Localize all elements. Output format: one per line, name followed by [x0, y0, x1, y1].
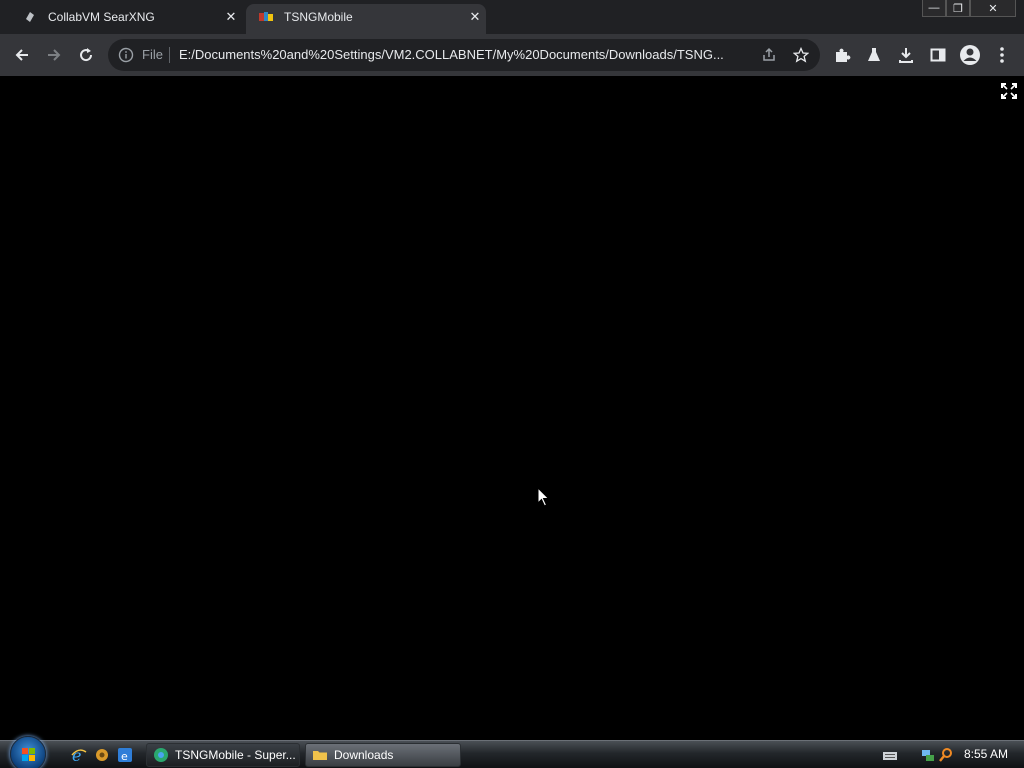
svg-text:e: e — [121, 750, 128, 763]
fullscreen-icon[interactable] — [1000, 82, 1018, 100]
network-icon[interactable] — [920, 747, 936, 763]
start-orb-icon[interactable] — [10, 736, 46, 768]
tab-collabvm-searxng[interactable]: CollabVM SearXNG ✕ — [16, 0, 244, 34]
url-text[interactable]: E:/Documents%20and%20Settings/VM2.COLLAB… — [179, 47, 759, 62]
labs-flask-icon[interactable] — [860, 41, 888, 69]
address-bar[interactable]: File E:/Documents%20and%20Settings/VM2.C… — [108, 39, 820, 71]
site-info-icon[interactable] — [118, 47, 134, 63]
omnibox-divider — [169, 47, 170, 63]
window-close-icon[interactable]: ✕ — [970, 0, 1016, 17]
back-arrow-icon[interactable] — [8, 41, 36, 69]
profile-avatar-icon[interactable] — [956, 41, 984, 69]
menu-kebab-icon[interactable] — [988, 41, 1016, 69]
tab-close-icon[interactable]: ✕ — [222, 8, 240, 26]
svg-text:e: e — [72, 746, 81, 764]
chrome-icon — [153, 747, 169, 763]
ie-icon[interactable]: e — [70, 746, 88, 765]
folder-icon — [312, 747, 328, 763]
reload-icon[interactable] — [72, 41, 100, 69]
bookmark-star-icon[interactable] — [792, 46, 810, 64]
tab-close-icon[interactable]: ✕ — [466, 8, 484, 26]
tab-title: CollabVM SearXNG — [48, 10, 155, 24]
window-controls: — ❐ ✕ — [922, 0, 1016, 18]
tsng-favicon-icon — [258, 9, 274, 25]
media-icon[interactable] — [93, 746, 111, 764]
windows-taskbar: e e TSNGMobile - Super... Downloads 8:55… — [0, 736, 1024, 768]
search-icon[interactable] — [938, 747, 954, 763]
forward-arrow-icon[interactable] — [40, 41, 68, 69]
mouse-cursor-icon — [537, 487, 550, 507]
url-scheme-label: File — [142, 47, 163, 62]
taskbar-item-tsngmobile[interactable]: TSNGMobile - Super... — [146, 743, 300, 767]
clock[interactable]: 8:55 AM — [964, 747, 1008, 761]
browser-titlebar: CollabVM SearXNG ✕ TSNGMobile ✕ — ❐ ✕ — [0, 0, 1024, 34]
page-content[interactable] — [0, 76, 1024, 740]
share-icon[interactable] — [760, 46, 778, 64]
downloads-icon[interactable] — [892, 41, 920, 69]
keyboard-icon[interactable] — [882, 747, 898, 763]
restore-icon[interactable]: ❐ — [946, 0, 970, 17]
side-panel-icon[interactable] — [924, 41, 952, 69]
taskbar-item-downloads[interactable]: Downloads — [305, 743, 461, 767]
extensions-puzzle-icon[interactable] — [828, 41, 856, 69]
taskbar-item-label: TSNGMobile - Super... — [175, 748, 296, 762]
searxng-favicon-icon — [22, 9, 38, 25]
taskbar-item-label: Downloads — [334, 748, 394, 762]
ie-alt-icon[interactable]: e — [116, 746, 134, 764]
tab-title: TSNGMobile — [284, 10, 353, 24]
minimize-icon[interactable]: — — [922, 0, 946, 17]
tab-tsngmobile[interactable]: TSNGMobile ✕ — [244, 0, 488, 34]
